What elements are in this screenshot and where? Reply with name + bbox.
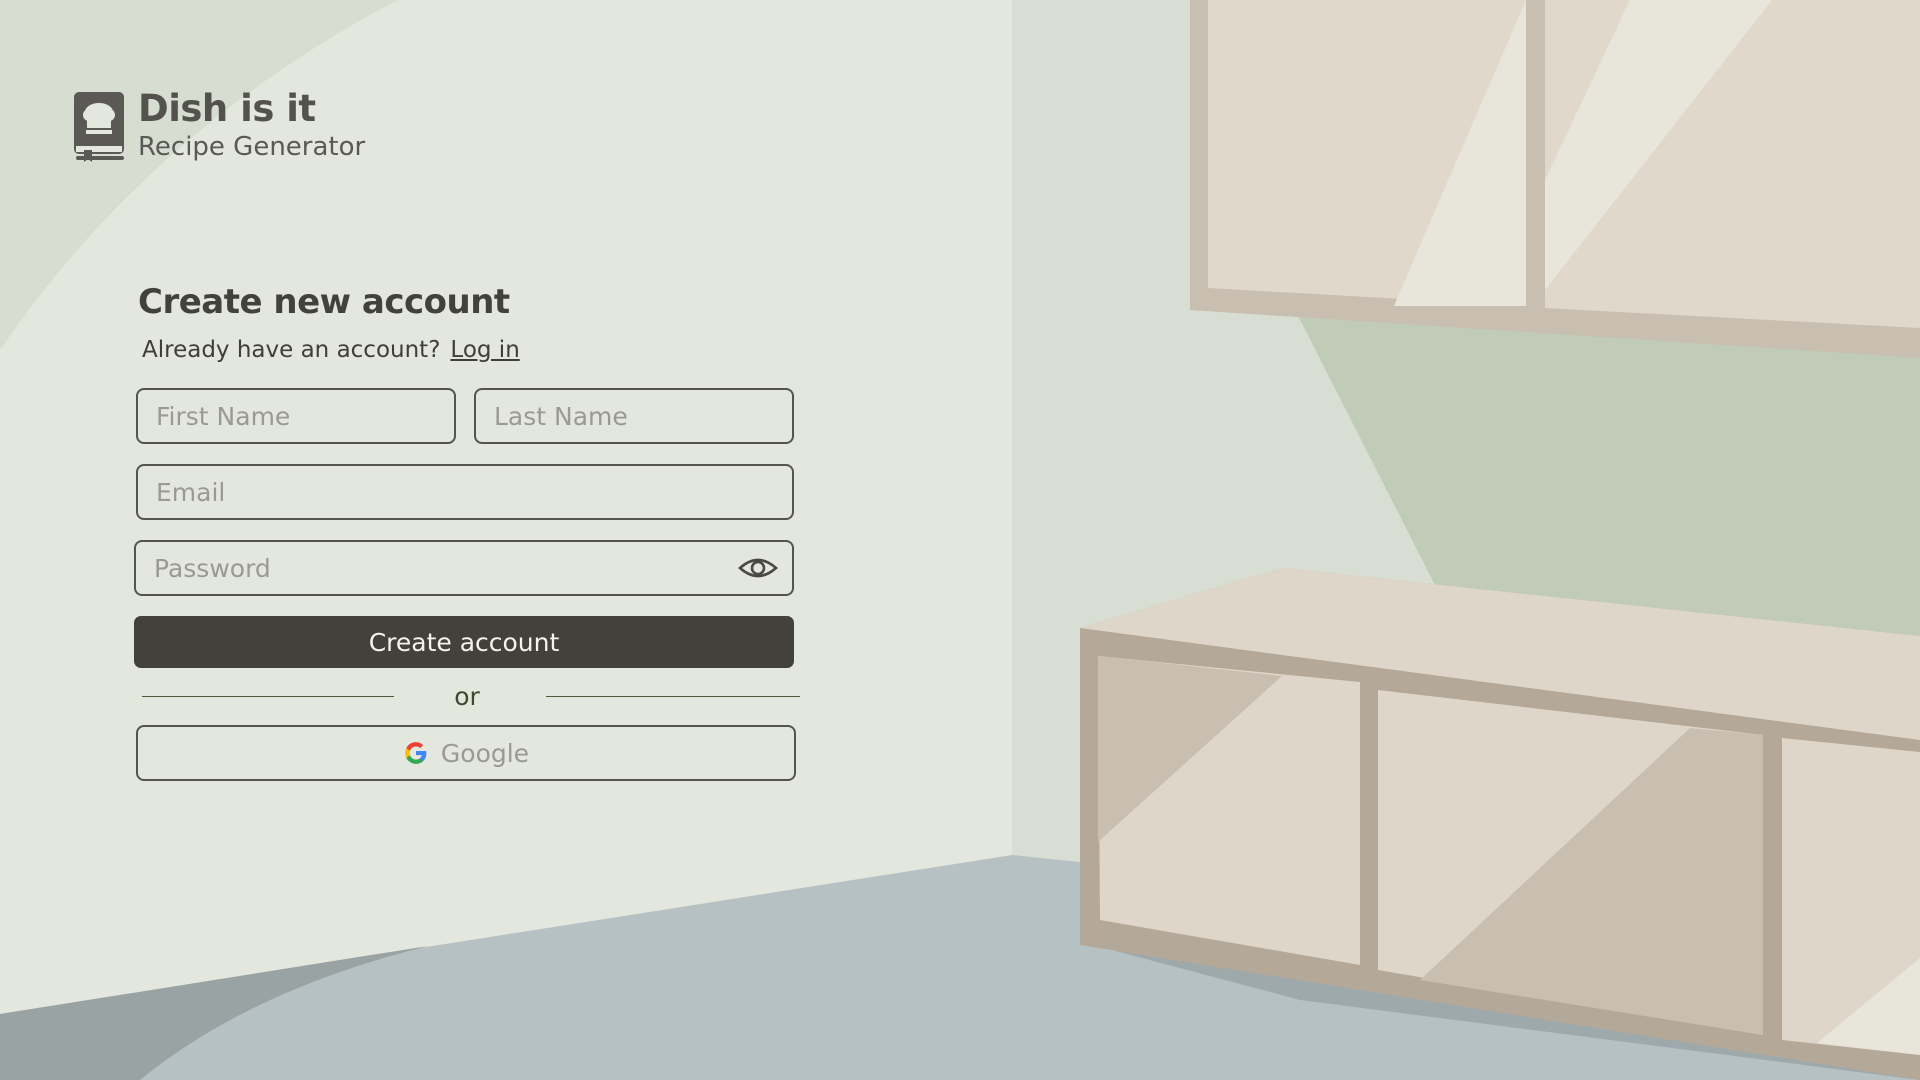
brand-header: Dish is it Recipe Generator [72,88,365,164]
login-prompt: Already have an account? Log in [142,334,800,366]
last-name-input[interactable] [474,388,794,444]
divider-line-left [142,695,394,698]
brand-subtitle: Recipe Generator [138,132,366,162]
google-signin-button[interactable]: Google [136,725,796,781]
create-account-button[interactable]: Create account [134,616,794,668]
chef-hat-book-icon [74,92,124,162]
signup-form: Create new account Already have an accou… [134,278,800,781]
email-input[interactable] [136,464,794,520]
google-icon [405,742,427,764]
password-input[interactable] [134,540,794,596]
login-link[interactable]: Log in [450,334,519,366]
google-button-label: Google [440,738,530,768]
first-name-input[interactable] [136,388,456,444]
or-divider: or [142,682,800,711]
already-have-account-text: Already have an account? [142,337,441,363]
divider-line-right [546,695,800,698]
eye-icon[interactable] [738,552,778,584]
brand-name: Dish is it [138,87,316,130]
divider-text: or [454,682,480,711]
password-field-wrapper [134,540,794,596]
name-row [136,388,800,444]
page-title: Create new account [138,282,510,322]
